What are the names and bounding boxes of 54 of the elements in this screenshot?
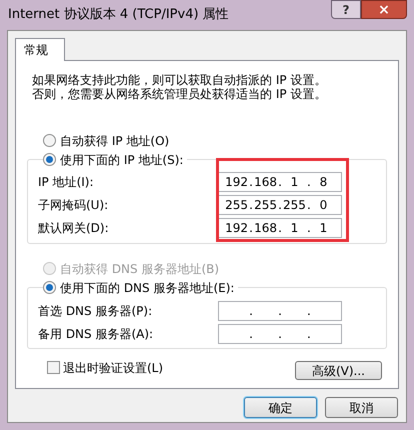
dot-separator: . xyxy=(277,302,283,320)
octet-text: 1 xyxy=(320,220,328,234)
intro-text: 如果网络支持此功能，则可以获取自动指派的 IP 设置。否则，您需要从网络系统管理员处获得适当的 IP 设置。 xyxy=(32,73,328,101)
dot-separator: . xyxy=(248,174,254,190)
radio-button[interactable] xyxy=(43,281,56,294)
octet-text: 168 xyxy=(254,220,277,234)
ip-address-field[interactable]: 192.168. 1 . 8 xyxy=(218,172,342,192)
field-label: 默认网关(D): xyxy=(38,220,109,236)
octet-text: 1 xyxy=(290,174,298,188)
window-title: Internet 协议版本 4 (TCP/IPv4) 属性 xyxy=(7,6,229,24)
dot-separator: . xyxy=(277,174,283,190)
field-label: 子网掩码(U): xyxy=(38,196,108,214)
field-label: 备用 DNS 服务器(A): xyxy=(38,326,154,342)
octet-text: 192 xyxy=(225,220,248,234)
field-label: 首选 DNS 服务器(P): xyxy=(38,302,152,320)
advanced-button[interactable]: 高级(V)... xyxy=(295,361,382,380)
radio-label: 使用下面的 DNS 服务器地址(E): xyxy=(60,280,234,296)
octet-text: 192 xyxy=(225,174,248,188)
radio-label: 使用下面的 IP 地址(S): xyxy=(60,152,184,168)
field-label: IP 地址(I): xyxy=(38,174,94,190)
octet-text: 0 xyxy=(320,198,328,212)
octet-text: 1 xyxy=(290,220,298,234)
dialog-button[interactable]: 取消 xyxy=(325,397,398,418)
checkbox-label: 退出时验证设置(L) xyxy=(63,360,164,376)
dialog-button[interactable]: 确定 xyxy=(244,397,317,418)
dot-separator: . xyxy=(248,302,254,320)
dot-separator: . xyxy=(248,196,254,214)
octet-text: 255 xyxy=(254,198,277,212)
help-button[interactable]: ? xyxy=(331,0,361,19)
close-button[interactable]: × xyxy=(361,0,407,19)
dot-separator: . xyxy=(277,326,283,342)
dot-separator: . xyxy=(306,302,312,320)
dot-separator: . xyxy=(277,196,283,214)
checkbox[interactable] xyxy=(47,361,60,374)
dot-separator: . xyxy=(306,196,312,214)
octet-text: 168 xyxy=(254,174,277,188)
ip-address-field[interactable]: . . . xyxy=(218,324,342,344)
tab[interactable]: 常规 xyxy=(15,38,65,61)
ip-address-field[interactable]: . . . xyxy=(218,300,342,320)
radio-label: 自动获得 IP 地址(O) xyxy=(60,132,170,150)
dot-separator: . xyxy=(306,326,312,342)
ip-address-field[interactable]: 192.168. 1 . 1 xyxy=(218,218,342,238)
radio-button[interactable] xyxy=(43,134,56,147)
radio-label: 自动获得 DNS 服务器地址(B) xyxy=(60,260,220,278)
ip-address-field[interactable]: 255.255.255. 0 xyxy=(218,194,342,214)
dot-separator: . xyxy=(277,220,283,236)
octet-text: 255 xyxy=(225,198,248,212)
octet-text: 8 xyxy=(320,174,328,188)
dot-separator: . xyxy=(248,220,254,236)
octet-text: 255 xyxy=(283,198,306,212)
dot-separator: . xyxy=(306,174,312,190)
dot-separator: . xyxy=(306,220,312,236)
dot-separator: . xyxy=(248,326,254,342)
radio-button[interactable] xyxy=(43,153,56,166)
